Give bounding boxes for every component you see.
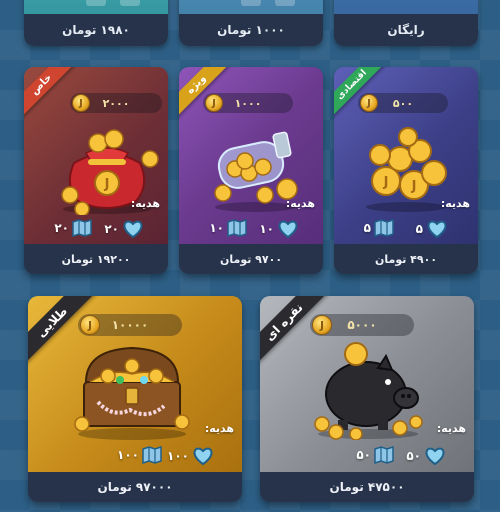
heart-stat: ۵۰: [406, 446, 446, 466]
offer-card-top-3[interactable]: رایگان: [334, 0, 478, 46]
map-icon: [142, 446, 162, 464]
heart-count: ۲۰: [104, 222, 119, 236]
offer-card-special[interactable]: خاص ۲۰۰۰ J J هدیه: ۲۰ ۲۰ ۱۹۲۰۰ تومان: [24, 67, 168, 274]
map-count: ۵: [363, 221, 371, 235]
heart-stat: ۵: [416, 219, 448, 239]
heart-stat: ۱۰۰: [167, 446, 214, 466]
gift-label: هدیه:: [285, 197, 315, 210]
price-bar: ۴۹۰۰ تومان: [334, 244, 478, 274]
gift-label: هدیه:: [436, 422, 466, 435]
map-icon: [72, 219, 92, 237]
heart-count: ۵۰: [406, 449, 421, 463]
coin-icon: J: [72, 94, 90, 112]
piggy-bank-illustration: [314, 342, 423, 440]
map-stat: ۵۰: [356, 446, 394, 464]
map-icon: [374, 219, 394, 237]
heart-icon: [122, 219, 144, 239]
gift-label: هدیه:: [204, 422, 234, 435]
heart-icon: [275, 0, 295, 6]
heart-icon: [120, 0, 140, 6]
card-body: [179, 0, 323, 14]
heart-stat: ۱۰: [259, 219, 299, 239]
coin-icon: J: [80, 315, 100, 335]
treasure-chest-illustration: [74, 346, 190, 440]
heart-icon: [192, 446, 214, 466]
offer-card-economy[interactable]: اقتصادی ۵۰۰ J J J هدیه: ۵ ۵ ۴۹۰۰ تومان: [334, 67, 478, 274]
heart-icon: [277, 219, 299, 239]
card-body: [334, 0, 478, 14]
map-count: ۲۰: [54, 221, 69, 235]
map-count: ۱۰: [209, 221, 224, 235]
price-bar: ۱۹۲۰۰ تومان: [24, 244, 168, 274]
map-count: ۱۰۰: [117, 448, 139, 462]
coin-icon: J: [205, 94, 223, 112]
heart-icon: [426, 219, 448, 239]
heart-count: ۵: [415, 222, 423, 236]
map-stat: ۵: [364, 219, 394, 237]
map-stat: ۲۰: [54, 219, 92, 237]
coin-icon: J: [312, 315, 332, 335]
svg-text:J: J: [411, 179, 417, 194]
svg-text:J: J: [383, 175, 389, 190]
offer-card-featured[interactable]: ویژه ۱۰۰۰ J هدیه: ۱۰ ۱۰ ۹۷۰۰ تومان: [179, 67, 323, 274]
price-bar: ۱۹۸۰ تومان: [24, 14, 168, 46]
offer-card-silver[interactable]: نقره ای ۵۰۰۰ J هدیه: ۵۰ ۵۰ ۴۷۵۰۰ تومان: [260, 296, 474, 502]
map-icon: [241, 0, 261, 6]
ribbon-band: خاص: [24, 67, 76, 119]
price-bar: ۹۷۰۰۰ تومان: [28, 472, 242, 502]
heart-icon: [424, 446, 446, 466]
map-stat: ۱۰: [209, 219, 247, 237]
offer-card-top-1[interactable]: ۱۹۸۰ تومان: [24, 0, 168, 46]
price-bar: ۱۰۰۰ تومان: [179, 14, 323, 46]
offer-card-top-2[interactable]: ۱۰۰۰ تومان: [179, 0, 323, 46]
map-icon: [374, 446, 394, 464]
offer-card-gold[interactable]: طلایی ۱۰۰۰۰ J هدیه: ۱۰۰ ۱۰۰ ۹۷۰۰۰ تومان: [28, 296, 242, 502]
price-bar: ۹۷۰۰ تومان: [179, 244, 323, 274]
heart-stat: ۲۰: [104, 219, 144, 239]
gift-icons: [24, 0, 168, 6]
coin-icon: J: [360, 94, 378, 112]
map-count: ۵۰: [356, 448, 371, 462]
svg-text:J: J: [104, 177, 110, 192]
gift-label: هدیه:: [130, 197, 160, 210]
price-bar: ۴۷۵۰۰ تومان: [260, 472, 474, 502]
gift-icons: [179, 0, 323, 6]
heart-count: ۱۰۰: [167, 449, 189, 463]
price-bar: رایگان: [334, 14, 478, 46]
gift-label: هدیه:: [440, 197, 470, 210]
map-stat: ۱۰۰: [117, 446, 162, 464]
map-icon: [86, 0, 106, 6]
map-icon: [227, 219, 247, 237]
card-body: [24, 0, 168, 14]
heart-count: ۱۰: [259, 222, 274, 236]
